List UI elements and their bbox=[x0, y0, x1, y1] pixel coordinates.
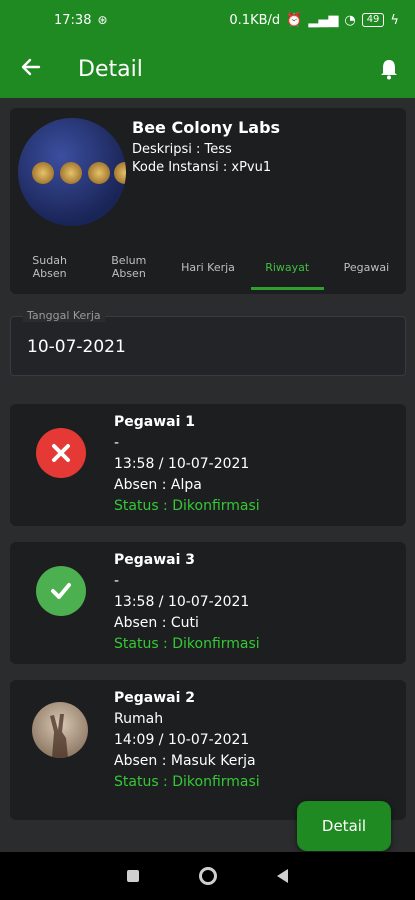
battery-icon: 49 bbox=[361, 13, 385, 27]
recents-icon[interactable] bbox=[127, 870, 139, 882]
back-icon[interactable] bbox=[277, 869, 288, 883]
page-title: Detail bbox=[78, 56, 143, 82]
attendance-details: Pegawai 1 - 13:58 / 10-07-2021 Absen : A… bbox=[114, 412, 260, 517]
check-circle-icon bbox=[36, 566, 86, 616]
data-speed: 0.1KB/d bbox=[229, 12, 281, 28]
absence-type: Absen : Masuk Kerja bbox=[114, 753, 256, 769]
work-date-value: 10-07-2021 bbox=[27, 337, 126, 357]
tab-pegawai[interactable]: Pegawai bbox=[327, 240, 406, 294]
employee-name: Pegawai 1 bbox=[114, 414, 196, 430]
status-text: Status : Dikonfirmasi bbox=[114, 636, 260, 652]
x-circle-icon bbox=[36, 428, 86, 478]
tab-riwayat[interactable]: Riwayat bbox=[248, 240, 327, 294]
work-date-label: Tanggal Kerja bbox=[23, 309, 105, 322]
status-time: 17:38 bbox=[54, 12, 92, 28]
back-arrow-icon[interactable] bbox=[0, 54, 62, 84]
app-bar: Detail bbox=[0, 40, 415, 98]
instance-name: Bee Colony Labs bbox=[132, 118, 281, 137]
profile-card: Bee Colony Labs Deskripsi : Tess Kode In… bbox=[10, 108, 406, 294]
wifi-icon: ◔ bbox=[344, 12, 356, 28]
status-bar: 17:38 ⊛ 0.1KB/d ⏰ ▂▄▆ ◔ 49 ϟ bbox=[0, 0, 415, 40]
work-date-field[interactable]: Tanggal Kerja 10-07-2021 bbox=[10, 309, 406, 376]
employee-location: - bbox=[114, 573, 120, 589]
user-photo bbox=[32, 702, 88, 758]
status-text: Status : Dikonfirmasi bbox=[114, 498, 260, 514]
attendance-card[interactable]: Pegawai 1 - 13:58 / 10-07-2021 Absen : A… bbox=[10, 404, 406, 526]
instance-code: Kode Instansi : xPvu1 bbox=[132, 160, 272, 175]
instance-avatar bbox=[18, 118, 126, 226]
attendance-time: 13:58 / 10-07-2021 bbox=[114, 456, 250, 472]
tab-belum-absen[interactable]: Belum Absen bbox=[89, 240, 168, 294]
status-text: Status : Dikonfirmasi bbox=[114, 774, 260, 790]
attendance-time: 13:58 / 10-07-2021 bbox=[114, 594, 250, 610]
alarm-icon: ⏰ bbox=[286, 12, 303, 28]
attendance-details: Pegawai 2 Rumah 14:09 / 10-07-2021 Absen… bbox=[114, 688, 260, 793]
bell-icon[interactable] bbox=[363, 58, 415, 80]
employee-name: Pegawai 3 bbox=[114, 552, 196, 568]
system-nav-bar bbox=[0, 852, 415, 900]
instance-description: Deskripsi : Tess bbox=[132, 142, 232, 157]
tab-hari-kerja[interactable]: Hari Kerja bbox=[168, 240, 247, 294]
tab-bar: Sudah Absen Belum Absen Hari Kerja Riway… bbox=[10, 240, 406, 294]
attendance-card[interactable]: Pegawai 2 Rumah 14:09 / 10-07-2021 Absen… bbox=[10, 680, 406, 820]
home-icon[interactable] bbox=[199, 867, 217, 885]
signal-icon: ▂▄▆ bbox=[308, 12, 339, 28]
notification-icon: ⊛ bbox=[97, 13, 108, 27]
absence-type: Absen : Alpa bbox=[114, 477, 202, 493]
profile-info: Bee Colony Labs Deskripsi : Tess Kode In… bbox=[132, 118, 280, 177]
tab-sudah-absen[interactable]: Sudah Absen bbox=[10, 240, 89, 294]
absence-type: Absen : Cuti bbox=[114, 615, 199, 631]
attendance-time: 14:09 / 10-07-2021 bbox=[114, 732, 250, 748]
employee-location: - bbox=[114, 435, 120, 451]
employee-location: Rumah bbox=[114, 711, 164, 727]
attendance-details: Pegawai 3 - 13:58 / 10-07-2021 Absen : C… bbox=[114, 550, 260, 655]
employee-name: Pegawai 2 bbox=[114, 690, 196, 706]
detail-button[interactable]: Detail bbox=[297, 801, 391, 851]
attendance-card[interactable]: Pegawai 3 - 13:58 / 10-07-2021 Absen : C… bbox=[10, 542, 406, 664]
charging-icon: ϟ bbox=[390, 12, 399, 28]
